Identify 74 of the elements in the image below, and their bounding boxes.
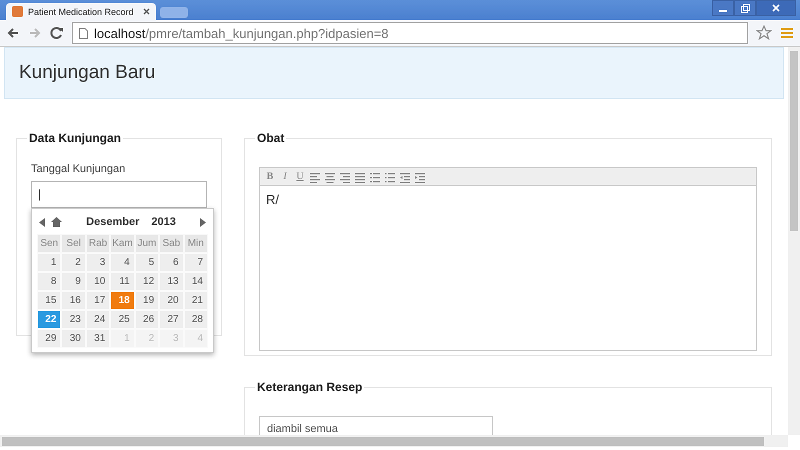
weekday-header: Min: [184, 234, 208, 253]
address-bar[interactable]: localhost/pmre/tambah_kunjungan.php?idpasien=8: [72, 22, 748, 44]
rich-text-editor[interactable]: B I U R/: [259, 167, 757, 351]
page-icon: [79, 28, 88, 38]
calendar-day[interactable]: 10: [86, 272, 110, 291]
calendar-day[interactable]: 19: [134, 291, 160, 310]
field-label: Tanggal Kunjungan: [31, 163, 126, 175]
indent-icon[interactable]: [414, 170, 426, 182]
forward-icon[interactable]: [28, 26, 42, 40]
align-left-icon[interactable]: [309, 170, 321, 182]
calendar-day[interactable]: 5: [134, 253, 160, 272]
year-label[interactable]: 2013: [151, 216, 176, 228]
align-center-icon[interactable]: [324, 170, 336, 182]
previous-icon[interactable]: [39, 218, 45, 226]
calendar-day[interactable]: 11: [110, 272, 135, 291]
calendar-day[interactable]: 7: [184, 253, 208, 272]
reload-icon[interactable]: [50, 26, 64, 40]
weekday-header: Jum: [134, 234, 160, 253]
next-icon[interactable]: [200, 218, 206, 226]
vertical-scrollbar[interactable]: [788, 47, 800, 435]
calendar-day[interactable]: 17: [86, 291, 110, 310]
date-field[interactable]: |: [31, 181, 207, 208]
horizontal-scrollbar[interactable]: [0, 435, 788, 447]
minimize-button[interactable]: [712, 0, 734, 16]
calendar-day[interactable]: 24: [86, 310, 110, 329]
browser-tab[interactable]: Patient Medication Record: [6, 3, 156, 20]
favicon-icon: [12, 6, 23, 17]
panel-title: Keterangan Resep: [256, 380, 364, 394]
calendar-day[interactable]: 25: [110, 310, 135, 329]
star-icon[interactable]: [756, 25, 772, 41]
menu-icon[interactable]: [780, 26, 794, 40]
close-button[interactable]: [756, 0, 796, 16]
calendar-day[interactable]: 28: [184, 310, 208, 329]
panel-title: Obat: [256, 131, 286, 145]
calendar-day[interactable]: 8: [37, 272, 62, 291]
calendar-day[interactable]: 26: [134, 310, 160, 329]
calendar-day[interactable]: 16: [61, 291, 86, 310]
calendar-day[interactable]: 15: [37, 291, 62, 310]
calendar-day[interactable]: 9: [61, 272, 86, 291]
calendar-day[interactable]: 31: [86, 329, 110, 348]
restore-button[interactable]: [734, 0, 756, 16]
weekday-header: Sen: [37, 234, 62, 253]
calendar-day[interactable]: 13: [159, 272, 184, 291]
numbered-list-icon[interactable]: [369, 170, 381, 182]
month-label[interactable]: Desember: [86, 216, 140, 228]
weekday-header: Sab: [159, 234, 184, 253]
calendar-day[interactable]: 20: [159, 291, 184, 310]
weekday-header: Rab: [86, 234, 110, 253]
back-icon[interactable]: [6, 26, 20, 40]
calendar-day[interactable]: 6: [159, 253, 184, 272]
calendar-day[interactable]: 14: [184, 272, 208, 291]
restore-icon: [740, 4, 750, 12]
panel-title: Data Kunjungan: [28, 131, 122, 145]
calendar-day[interactable]: 2: [61, 253, 86, 272]
calendar-day[interactable]: 12: [134, 272, 160, 291]
weekday-header: Sel: [61, 234, 86, 253]
close-icon[interactable]: [143, 8, 150, 15]
calendar-day[interactable]: 23: [61, 310, 86, 329]
outdent-icon[interactable]: [399, 170, 411, 182]
close-icon: [772, 4, 780, 12]
home-icon[interactable]: [51, 217, 62, 227]
calendar-day[interactable]: 27: [159, 310, 184, 329]
weekday-header: Kam: [110, 234, 135, 253]
calendar-day[interactable]: 4: [110, 253, 135, 272]
calendar-day[interactable]: 29: [37, 329, 62, 348]
justify-icon[interactable]: [354, 170, 366, 182]
page-title: Kunjungan Baru: [4, 47, 784, 99]
editor-text: R/: [265, 191, 280, 209]
calendar-day[interactable]: 3: [86, 253, 110, 272]
calendar-day[interactable]: 30: [61, 329, 86, 348]
calendar-day[interactable]: 21: [184, 291, 208, 310]
align-right-icon[interactable]: [339, 170, 351, 182]
calendar-day[interactable]: 1: [37, 253, 62, 272]
bullet-list-icon[interactable]: [384, 170, 396, 182]
